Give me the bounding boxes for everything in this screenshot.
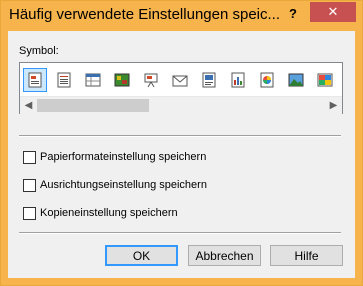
symbol-label: Symbol: (19, 45, 59, 57)
close-button[interactable]: ✕ (310, 2, 356, 22)
copies-label: Kopieneinstellung speichern (40, 207, 178, 219)
ok-button[interactable]: OK (105, 245, 178, 266)
separator-bottom (19, 232, 341, 234)
scroll-right-arrow[interactable]: ▶ (325, 97, 342, 114)
color-palette-icon[interactable] (314, 69, 336, 91)
horizontal-scrollbar[interactable]: ◀ ▶ (20, 96, 342, 114)
document-text-icon[interactable] (23, 68, 47, 92)
dialog-title: Häufig verwendete Einstellungen speic... (9, 6, 280, 23)
presentation-easel-icon[interactable] (140, 69, 162, 91)
symbol-list[interactable]: ◀ ▶ (19, 62, 343, 114)
document-lines-icon[interactable] (53, 69, 75, 91)
dialog-content: Symbol: ◀ ▶ Papierformateinstellung spei… (8, 31, 355, 278)
cancel-button[interactable]: Abbrechen (188, 245, 261, 266)
copies-checkbox[interactable] (23, 207, 36, 220)
envelope-icon[interactable] (169, 69, 191, 91)
separator-top (19, 135, 341, 137)
photo-pattern-icon[interactable] (111, 69, 133, 91)
help-title-button[interactable]: ? (282, 4, 304, 24)
title-bar[interactable]: Häufig verwendete Einstellungen speic...… (1, 1, 362, 30)
paper-size-label: Papierformateinstellung speichern (40, 151, 207, 163)
paper-size-checkbox[interactable] (23, 151, 36, 164)
help-button[interactable]: Hilfe (270, 245, 343, 266)
orientation-label: Ausrichtungseinstellung speichern (40, 179, 207, 191)
landscape-photo-icon[interactable] (285, 69, 307, 91)
scroll-left-arrow[interactable]: ◀ (20, 97, 37, 114)
document-image-icon[interactable] (198, 69, 220, 91)
document-chart-icon[interactable] (227, 69, 249, 91)
dialog-window: Häufig verwendete Einstellungen speic...… (0, 0, 363, 286)
document-table-icon[interactable] (82, 69, 104, 91)
color-wheel-icon[interactable] (256, 69, 278, 91)
scrollbar-thumb[interactable] (37, 99, 149, 112)
orientation-checkbox[interactable] (23, 179, 36, 192)
